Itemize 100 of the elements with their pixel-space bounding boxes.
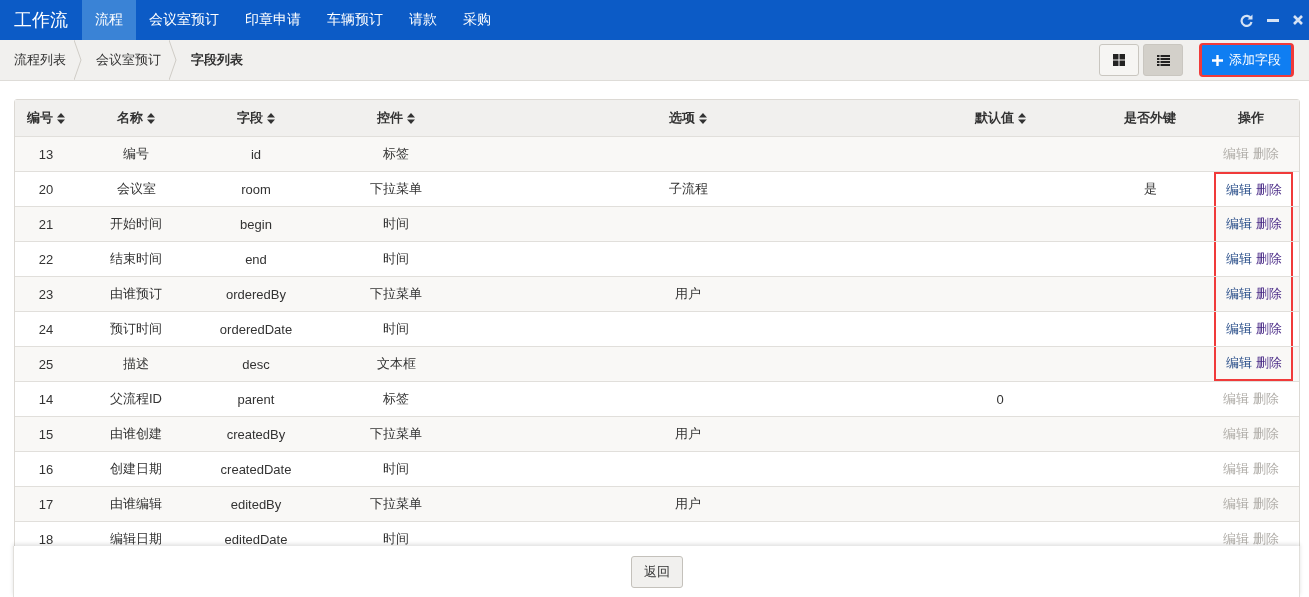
back-button[interactable]: 返回 [630, 555, 683, 588]
id-cell: 15 [38, 426, 54, 442]
name-cell: 结束时间 [110, 250, 162, 268]
add-field-button[interactable]: 添加字段 [1200, 44, 1293, 76]
options-cell: 用户 [675, 495, 701, 513]
name-cell: 编辑日期 [110, 530, 162, 548]
column-header[interactable]: 字段 [237, 109, 263, 127]
column-header: 是否外键 [1124, 109, 1176, 127]
name-cell: 父流程ID [110, 390, 162, 408]
control-cell: 时间 [383, 250, 409, 268]
control-cell: 时间 [383, 215, 409, 233]
field-cell: room [241, 181, 271, 197]
name-cell: 由谁编辑 [110, 495, 162, 513]
edit-link[interactable]: 编辑 [1225, 215, 1252, 233]
column-header: 操作 [1238, 109, 1264, 127]
id-cell: 21 [38, 216, 54, 232]
field-cell: parent [237, 391, 275, 407]
id-cell: 24 [38, 321, 54, 337]
id-cell: 17 [38, 496, 54, 512]
name-cell: 由谁预订 [110, 285, 162, 303]
name-cell: 由谁创建 [110, 425, 162, 443]
grid-icon [1113, 54, 1125, 66]
nav-tab[interactable]: 流程 [82, 0, 136, 40]
sort-icon [699, 112, 707, 124]
name-cell: 会议室 [116, 180, 156, 198]
id-cell: 23 [38, 286, 54, 302]
edit-link[interactable]: 编辑 [1225, 250, 1252, 268]
breadcrumb-item[interactable]: 会议室预订 [82, 40, 169, 80]
control-cell: 时间 [383, 530, 409, 548]
name-cell: 编号 [123, 145, 149, 163]
breadcrumb-chevron-icon [74, 40, 82, 80]
delete-link[interactable]: 删除 [1255, 285, 1282, 303]
field-cell: id [250, 146, 262, 162]
control-cell: 文本框 [376, 355, 416, 373]
options-cell: 用户 [675, 425, 701, 443]
delete-link[interactable]: 删除 [1255, 250, 1282, 268]
grid-view-button[interactable] [1099, 44, 1139, 76]
sort-icon [57, 112, 65, 124]
nav-tab[interactable]: 车辆预订 [314, 0, 396, 40]
delete-link[interactable]: 删除 [1255, 215, 1282, 233]
id-cell: 16 [38, 461, 54, 477]
id-cell: 20 [38, 181, 54, 197]
control-cell: 下拉菜单 [370, 425, 422, 443]
field-cell: editedDate [224, 531, 288, 547]
delete-link[interactable]: 删除 [1255, 320, 1282, 338]
nav-tab[interactable]: 会议室预订 [136, 0, 232, 40]
column-header[interactable]: 编号 [27, 109, 53, 127]
field-cell: orderedDate [219, 321, 293, 337]
list-view-button[interactable] [1143, 44, 1183, 76]
column-header[interactable]: 默认值 [974, 109, 1014, 127]
nav-tab[interactable]: 请款 [396, 0, 450, 40]
plus-icon [1212, 54, 1223, 66]
name-cell: 开始时间 [110, 215, 162, 233]
edit-link[interactable]: 编辑 [1225, 181, 1252, 199]
control-cell: 时间 [383, 460, 409, 478]
edit-link[interactable]: 编辑 [1225, 320, 1252, 338]
breadcrumb-chevron-icon [169, 40, 177, 80]
column-header[interactable]: 名称 [117, 109, 143, 127]
sort-icon [267, 112, 275, 124]
name-cell: 描述 [123, 355, 149, 373]
control-cell: 下拉菜单 [370, 495, 422, 513]
id-cell: 25 [38, 356, 54, 372]
field-cell: editedBy [230, 496, 282, 512]
refresh-icon[interactable] [1240, 13, 1253, 27]
delete-link[interactable]: 删除 [1255, 354, 1282, 372]
field-cell: desc [242, 356, 270, 372]
column-header[interactable]: 选项 [669, 109, 695, 127]
options-cell: 用户 [675, 285, 701, 303]
minimize-icon[interactable] [1267, 18, 1279, 22]
edit-link[interactable]: 编辑 [1225, 285, 1252, 303]
sort-icon [1017, 112, 1026, 124]
control-cell: 下拉菜单 [370, 285, 422, 303]
control-cell: 下拉菜单 [370, 180, 422, 198]
id-cell: 13 [38, 146, 54, 162]
close-icon[interactable] [1293, 15, 1303, 25]
name-cell: 创建日期 [110, 460, 162, 478]
field-cell: end [245, 251, 267, 267]
field-cell: orderedBy [226, 286, 286, 302]
column-header[interactable]: 控件 [377, 109, 403, 127]
list-icon [1156, 54, 1170, 66]
edit-link[interactable]: 编辑 [1225, 354, 1252, 372]
options-cell: 子流程 [668, 180, 708, 198]
default-cell: 0 [996, 391, 1004, 407]
nav-tab[interactable]: 采购 [450, 0, 504, 40]
foreign-key-cell: 是 [1143, 180, 1157, 198]
sort-icon [407, 112, 415, 124]
id-cell: 22 [38, 251, 54, 267]
id-cell: 14 [38, 391, 54, 407]
sort-icon [147, 112, 155, 124]
breadcrumb-item: 字段列表 [190, 51, 244, 69]
delete-link[interactable]: 删除 [1255, 181, 1282, 199]
control-cell: 标签 [383, 390, 409, 408]
name-cell: 预订时间 [110, 320, 162, 338]
control-cell: 时间 [383, 320, 409, 338]
control-cell: 标签 [383, 145, 409, 163]
nav-tab[interactable]: 印章申请 [232, 0, 314, 40]
field-cell: begin [240, 216, 272, 232]
field-cell: createdDate [220, 461, 292, 477]
id-cell: 18 [38, 531, 54, 547]
breadcrumb-item[interactable]: 流程列表 [0, 40, 74, 80]
